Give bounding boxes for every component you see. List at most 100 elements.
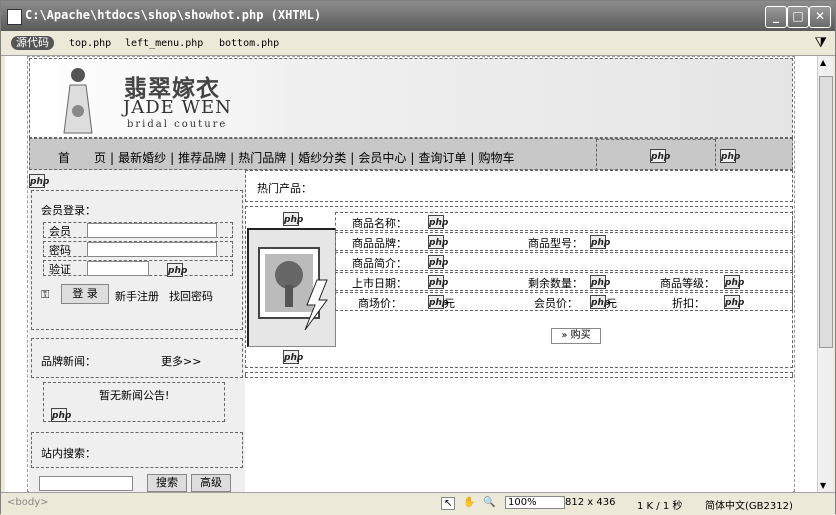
- nav-item-home[interactable]: 首 页: [58, 151, 106, 165]
- product-price-row: 商场价： php 元 会员价： php 元 折扣： php: [335, 292, 793, 311]
- php-icon: php: [428, 235, 448, 249]
- close-icon[interactable]: ✕: [809, 6, 831, 28]
- hot-products-title: 热门产品：: [257, 182, 312, 195]
- member-input[interactable]: [87, 223, 217, 238]
- member-label: 会员: [49, 225, 71, 238]
- php-icon: php: [428, 295, 448, 309]
- vertical-scrollbar[interactable]: ▲ ▼: [817, 56, 833, 492]
- window-title: C:\Apache\htdocs\shop\showhot.php (XHTML…: [25, 8, 322, 22]
- logo-subtitle: bridal couture: [127, 119, 228, 130]
- php-icon: php: [590, 235, 610, 249]
- logo-english: JADE WEN: [123, 97, 232, 118]
- recover-password-link[interactable]: 找回密码: [169, 288, 213, 304]
- login-button[interactable]: 登 录: [61, 284, 109, 304]
- nav-item-recommended[interactable]: 推荐品牌: [178, 151, 226, 165]
- file-tab-bottom[interactable]: bottom.php: [219, 38, 279, 49]
- product-name-label: 商品名称：: [352, 217, 407, 230]
- product-image-placeholder[interactable]: [247, 228, 336, 347]
- pointer-tool-icon[interactable]: ↖: [441, 497, 456, 510]
- nav-item-cart[interactable]: 购物车: [478, 151, 514, 165]
- brand-news-title: 品牌新闻：: [41, 355, 96, 368]
- php-icon: php: [590, 295, 610, 309]
- spacer-row: [245, 372, 793, 378]
- file-tab-left-menu[interactable]: left_menu.php: [125, 38, 203, 49]
- source-code-button[interactable]: 源代码: [11, 36, 54, 50]
- product-model-label: 商品型号：: [528, 237, 583, 250]
- minimize-icon[interactable]: _: [765, 6, 787, 28]
- hand-tool-icon[interactable]: ✋: [463, 497, 475, 508]
- broken-image-icon: [258, 247, 328, 331]
- window-size[interactable]: 812 x 436: [565, 497, 615, 508]
- product-name-row: 商品名称： php: [335, 212, 793, 231]
- scroll-down-icon[interactable]: ▼: [820, 481, 826, 490]
- bride-image: [63, 68, 93, 134]
- advanced-search-button[interactable]: 高级: [191, 474, 231, 492]
- php-icon: php: [283, 212, 303, 226]
- status-bar: <body> ↖ ✋ 🔍 100% 812 x 436 1 K / 1 秒 简体…: [1, 492, 835, 515]
- main-content: 热门产品： php php 商品名称： php 商品品牌： php 商品型号： …: [245, 170, 793, 492]
- php-icon: php: [720, 149, 740, 163]
- download-size: 1 K / 1 秒: [637, 501, 683, 512]
- php-icon: php: [51, 408, 71, 422]
- grade-label: 商品等级：: [660, 277, 715, 290]
- php-icon: php: [428, 255, 448, 269]
- nav-item-hot[interactable]: 热门品牌: [238, 151, 286, 165]
- dreamweaver-window: C:\Apache\htdocs\shop\showhot.php (XHTML…: [0, 0, 836, 515]
- header-banner: 翡翠嫁衣 JADE WEN bridal couture: [29, 58, 793, 138]
- related-files-toolbar: 源代码 top.php left_menu.php bottom.php ⧩: [1, 31, 835, 56]
- nav-bar: 首 页 | 最新婚纱 | 推荐品牌 | 热门品牌 | 婚纱分类 | 会员中心 | 查询订单 | 购物车 ph…: [29, 138, 793, 171]
- nav-item-member[interactable]: 会员中心: [358, 151, 406, 165]
- site-search-input[interactable]: [39, 476, 133, 491]
- php-icon: php: [650, 149, 670, 163]
- left-sidebar: php 会员登录： 会员 密码 验证 php ⚿ 登 录 新手注册 找回密码 品…: [29, 170, 245, 492]
- password-input[interactable]: [87, 242, 217, 257]
- hot-title-row: [245, 170, 793, 202]
- file-tab-top[interactable]: top.php: [69, 38, 111, 49]
- nav-item-new[interactable]: 最新婚纱: [118, 151, 166, 165]
- nav-item-category[interactable]: 婚纱分类: [298, 151, 346, 165]
- maximize-icon[interactable]: □: [787, 6, 809, 28]
- php-icon: php: [590, 275, 610, 289]
- tag-selector[interactable]: <body>: [7, 497, 49, 508]
- document-icon: [7, 9, 22, 25]
- more-news-link[interactable]: 更多>>: [161, 353, 201, 369]
- discount-label: 折扣：: [672, 297, 705, 310]
- login-title: 会员登录：: [41, 204, 96, 217]
- release-date-label: 上市日期：: [352, 277, 407, 290]
- register-link[interactable]: 新手注册: [115, 288, 159, 304]
- search-title: 站内搜索：: [41, 447, 96, 460]
- verify-input[interactable]: [87, 261, 149, 276]
- buy-button[interactable]: » 购买: [551, 328, 601, 344]
- password-label: 密码: [49, 244, 71, 257]
- php-icon: php: [724, 275, 744, 289]
- member-price-unit: 元: [606, 297, 617, 310]
- member-price-label: 会员价：: [534, 297, 578, 310]
- scrollbar-thumb[interactable]: [819, 76, 833, 348]
- php-icon: php: [428, 215, 448, 229]
- stock-label: 剩余数量：: [528, 277, 583, 290]
- market-price-unit: 元: [444, 297, 455, 310]
- key-icon: ⚿: [41, 288, 50, 301]
- market-price-label: 商场价：: [358, 297, 402, 310]
- product-intro-row: 商品简介： php: [335, 252, 793, 271]
- php-icon: php: [283, 350, 303, 364]
- zoom-select[interactable]: 100%: [505, 496, 565, 509]
- nav-links: 首 页 | 最新婚纱 | 推荐品牌 | 热门品牌 | 婚纱分类 | 会员中心 | 查询订单 | 购物车: [58, 151, 515, 165]
- verify-label: 验证: [49, 263, 71, 276]
- zoom-tool-icon[interactable]: 🔍: [483, 497, 495, 508]
- product-intro-label: 商品简介：: [352, 257, 407, 270]
- php-icon: php: [29, 174, 49, 188]
- product-brand-label: 商品品牌：: [352, 237, 407, 250]
- filter-icon[interactable]: ⧩: [815, 35, 828, 51]
- php-icon: php: [428, 275, 448, 289]
- product-date-row: 上市日期： php 剩余数量： php 商品等级： php: [335, 272, 793, 291]
- php-icon: php: [167, 263, 187, 277]
- php-icon: php: [724, 295, 744, 309]
- search-button[interactable]: 搜索: [147, 474, 187, 492]
- no-news-text: 暂无新闻公告!: [99, 389, 170, 402]
- design-canvas: 翡翠嫁衣 JADE WEN bridal couture 首 页 | 最新婚纱 | 推荐…: [5, 56, 817, 492]
- title-bar: C:\Apache\htdocs\shop\showhot.php (XHTML…: [1, 1, 835, 31]
- product-brand-row: 商品品牌： php 商品型号： php: [335, 232, 793, 251]
- scroll-up-icon[interactable]: ▲: [820, 58, 826, 67]
- nav-item-orders[interactable]: 查询订单: [418, 151, 466, 165]
